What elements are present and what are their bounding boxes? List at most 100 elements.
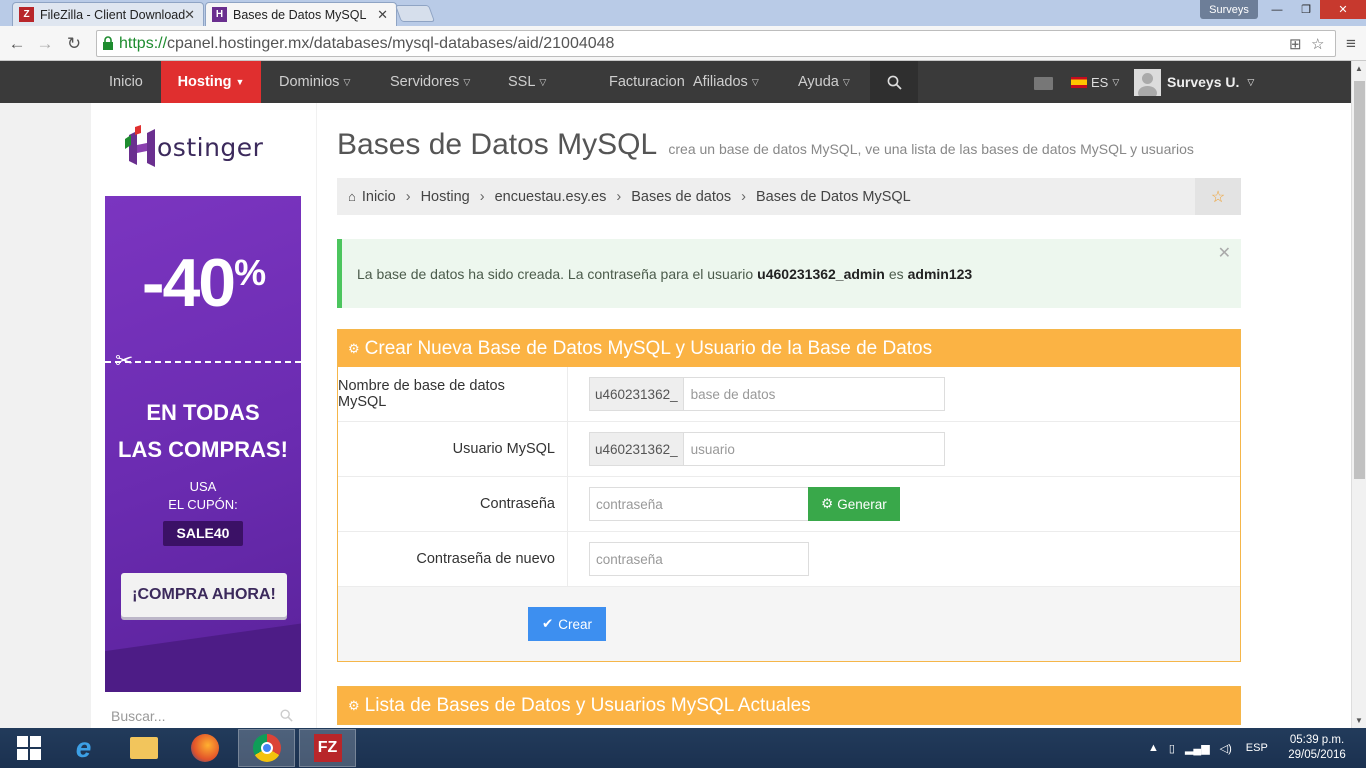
breadcrumb-item[interactable]: encuestau.esy.es — [495, 189, 607, 205]
breadcrumb-separator: › — [405, 188, 411, 205]
breadcrumb-item[interactable]: Hosting — [421, 189, 470, 205]
hostinger-logo[interactable]: ostinger — [123, 125, 263, 169]
breadcrumb-item[interactable]: Bases de datos — [631, 189, 731, 205]
chevron-down-icon: ▽ — [539, 76, 547, 87]
nav-inicio[interactable]: Inicio — [91, 61, 161, 103]
search-icon — [280, 709, 293, 722]
close-window-icon[interactable]: ✕ — [1320, 0, 1366, 19]
internet-explorer-icon: e — [75, 732, 92, 763]
signal-icon[interactable]: ▂▄▆ — [1185, 742, 1210, 755]
firefox-taskbar-button[interactable] — [176, 729, 233, 767]
chevron-down-icon: ▽ — [842, 76, 850, 87]
spain-flag-icon — [1071, 76, 1087, 88]
generate-button[interactable]: ⚙ Generar — [808, 487, 900, 521]
reload-icon[interactable]: ↻ — [63, 33, 85, 55]
scrollbar-thumb[interactable] — [1354, 81, 1365, 479]
ie-taskbar-button[interactable]: e — [55, 729, 112, 767]
browser-tab-strip: Z FileZilla - Client Download ✕ H Bases … — [0, 0, 1366, 26]
nav-hosting[interactable]: Hosting ▼ — [161, 61, 261, 103]
nav-dominios[interactable]: Dominios ▽ — [261, 61, 368, 103]
buy-now-button[interactable]: ¡COMPRA AHORA! — [121, 573, 287, 617]
filezilla-icon: Z — [19, 7, 34, 22]
translate-icon[interactable]: ⊞ — [1289, 35, 1302, 53]
forward-icon[interactable]: → — [34, 33, 56, 55]
show-hidden-icons-icon[interactable]: ▲ — [1148, 742, 1159, 754]
db-name-label: Nombre de base de datos MySQL — [338, 367, 568, 421]
page-subtitle: crea un base de datos MySQL, ve una list… — [668, 141, 1194, 157]
nav-ayuda[interactable]: Ayuda ▽ — [780, 61, 868, 103]
firefox-icon — [190, 734, 219, 762]
menu-icon[interactable]: ≡ — [1340, 33, 1362, 55]
back-icon[interactable]: ← — [6, 33, 28, 55]
scroll-down-icon[interactable]: ▼ — [1355, 716, 1363, 725]
site-top-nav: Inicio Hosting ▼ Dominios ▽ Servidores ▽ SS… — [0, 61, 1351, 103]
sidebar-search-input[interactable]: Buscar... — [105, 703, 301, 729]
nav-afiliados[interactable]: Afiliados ▽ — [675, 61, 777, 103]
panel-header: ⚙ Lista de Bases de Datos y Usuarios MySQ… — [338, 687, 1240, 724]
alert-username: u460231362_admin — [757, 265, 885, 282]
bookmark-star-icon[interactable]: ☆ — [1311, 35, 1324, 53]
promo-discount: -40% — [141, 245, 266, 321]
db-user-row: Usuario MySQL u460231362_ usuario — [338, 422, 1240, 477]
promo-coupon-text: USA EL CUPÓN: — [168, 479, 238, 512]
close-icon[interactable]: ✕ — [1218, 243, 1231, 263]
battery-icon[interactable]: ▯ — [1169, 742, 1175, 755]
language-selector[interactable]: ES ▽ — [1071, 61, 1119, 103]
filezilla-taskbar-button[interactable]: FZ — [299, 729, 356, 767]
minimize-icon[interactable]: — — [1262, 0, 1292, 19]
url-input[interactable]: https://cpanel.hostinger.mx/databases/my… — [96, 30, 1336, 57]
gears-icon: ⚙ — [348, 340, 360, 356]
chrome-taskbar-button[interactable] — [238, 729, 295, 767]
chrome-icon — [252, 734, 281, 762]
sidebar: ostinger -40% ✂ EN TODAS LAS COMPRAS! USA… — [91, 103, 316, 729]
dashed-cut-line — [105, 361, 301, 363]
tab-mysql[interactable]: H Bases de Datos MySQL ✕ — [205, 2, 397, 26]
filezilla-icon: FZ — [313, 734, 342, 762]
explorer-taskbar-button[interactable] — [115, 729, 172, 767]
favorite-star-icon[interactable]: ☆ — [1195, 178, 1241, 215]
create-button[interactable]: ✔ Crear — [528, 607, 606, 641]
user-menu[interactable]: Surveys U. ▽ — [1134, 61, 1254, 103]
gears-icon: ⚙ — [348, 697, 360, 713]
password-label: Contraseña — [338, 477, 568, 531]
hostinger-icon: H — [212, 7, 227, 22]
breadcrumb-separator: › — [741, 188, 747, 205]
profile-button[interactable]: Surveys — [1200, 0, 1258, 19]
start-button[interactable] — [0, 729, 57, 767]
password-field[interactable]: contraseña — [589, 487, 809, 521]
db-name-field[interactable]: u460231362_ base de datos — [589, 377, 945, 411]
promo-headline: EN TODAS LAS COMPRAS! — [118, 400, 288, 462]
taskbar-clock[interactable]: 05:39 p.m. 29/05/2016 — [1282, 733, 1352, 763]
breadcrumb-separator: › — [479, 188, 485, 205]
nav-servidores[interactable]: Servidores ▽ — [372, 61, 488, 103]
input-language[interactable]: ESP — [1246, 742, 1268, 754]
tab-filezilla[interactable]: Z FileZilla - Client Download ✕ — [12, 2, 204, 26]
db-name-row: Nombre de base de datos MySQL u460231362… — [338, 367, 1240, 422]
breadcrumb-item[interactable]: Inicio — [362, 189, 396, 205]
user-prefix: u460231362_ — [590, 433, 684, 465]
nav-search-button[interactable] — [870, 61, 918, 103]
chevron-down-icon: ▽ — [343, 76, 351, 87]
breadcrumb-separator: › — [616, 188, 622, 205]
close-icon[interactable]: ✕ — [377, 7, 388, 23]
scroll-up-icon[interactable]: ▲ — [1355, 64, 1363, 73]
breadcrumb: ⌂ Inicio › Hosting › encuestau.esy.es › Bas… — [337, 178, 1241, 215]
volume-icon[interactable]: ◁) — [1220, 742, 1232, 755]
password-row: Contraseña contraseña ⚙ Generar — [338, 477, 1240, 532]
page-scrollbar[interactable]: ▲ ▼ — [1351, 61, 1366, 728]
main-content: Bases de Datos MySQL crea un base de dat… — [317, 103, 1351, 728]
db-user-field[interactable]: u460231362_ usuario — [589, 432, 945, 466]
search-icon — [887, 75, 902, 90]
promo-banner[interactable]: -40% ✂ EN TODAS LAS COMPRAS! USA EL CUPÓN:… — [105, 196, 301, 692]
mail-icon[interactable] — [1034, 77, 1053, 90]
windows-logo-icon — [16, 736, 41, 760]
new-tab-button[interactable] — [394, 5, 436, 22]
logo-text: ostinger — [157, 132, 264, 162]
nav-ssl[interactable]: SSL ▽ — [490, 61, 564, 103]
lock-icon — [103, 36, 113, 50]
restore-icon[interactable]: ❐ — [1292, 0, 1320, 19]
password-repeat-field[interactable]: contraseña — [589, 542, 809, 576]
home-icon: ⌂ — [348, 189, 356, 204]
password-repeat-row: Contraseña de nuevo contraseña — [338, 532, 1240, 587]
close-icon[interactable]: ✕ — [184, 7, 195, 23]
